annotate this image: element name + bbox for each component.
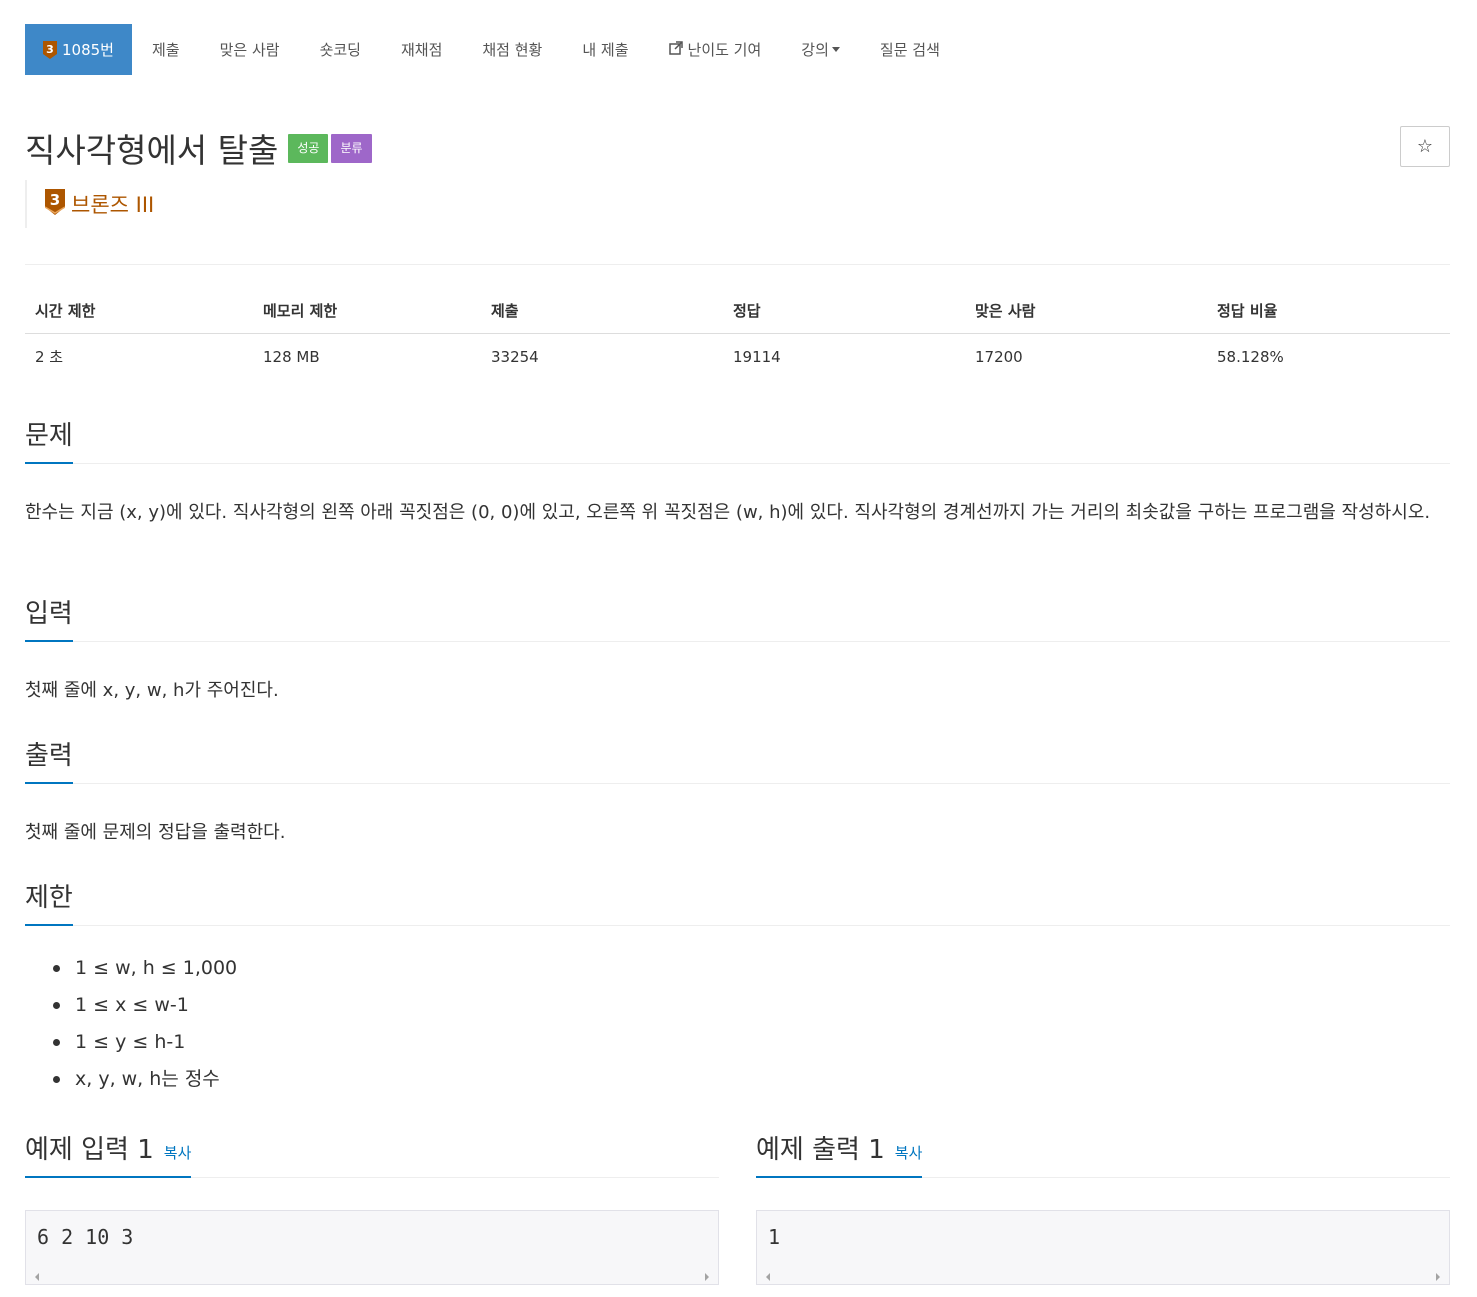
section-input: 입력 첫째 줄에 x, y, w, h가 주어진다.: [25, 594, 1450, 709]
nav-status[interactable]: 채점 현황: [462, 24, 562, 75]
limits-list: 1 ≤ w, h ≤ 1,000 1 ≤ x ≤ w-1 1 ≤ y ≤ h-1…: [25, 926, 1450, 1098]
nav-short-coding[interactable]: 숏코딩: [300, 24, 381, 75]
section-limits-title: 제한: [25, 877, 73, 926]
scroll-left-arrow-icon[interactable]: [35, 1273, 39, 1281]
table-header-accepted-ratio: 정답 비율: [1207, 292, 1450, 334]
sample-input-title-text: 예제 입력 1: [25, 1135, 154, 1165]
table-header-row: 시간 제한 메모리 제한 제출 정답 맞은 사람 정답 비율: [25, 292, 1450, 334]
nav-problem-number[interactable]: 3 1085번: [25, 24, 132, 75]
nav-problem-number-label: 1085번: [62, 41, 114, 59]
bronze-tier-icon: 3: [43, 40, 57, 59]
external-link-icon: [668, 40, 683, 59]
output-description-text: 첫째 줄에 문제의 정답을 출력한다.: [25, 822, 286, 843]
sample-input-title: 예제 입력 1 복사: [25, 1129, 192, 1178]
nav-short-coding-label: 숏코딩: [319, 41, 361, 59]
input-description-text: 첫째 줄에 x, y, w, h가 주어진다.: [25, 680, 279, 701]
star-button[interactable]: ☆: [1400, 126, 1450, 167]
scroll-left-arrow-icon[interactable]: [766, 1273, 770, 1281]
sample-output-head: 예제 출력 1 복사: [756, 1130, 1450, 1178]
problem-nav: 3 1085번 제출 맞은 사람 숏코딩 재채점 채점 현황 내 제출 난이도 …: [25, 24, 960, 75]
sample-input-box[interactable]: 6 2 10 3: [25, 1210, 719, 1285]
memory-limit-value: 128 MB: [263, 347, 320, 366]
section-limits: 제한 1 ≤ w, h ≤ 1,000 1 ≤ x ≤ w-1 1 ≤ y ≤ …: [25, 878, 1450, 1098]
table-row: 2 초 128 MB 33254 19114 17200 58.128%: [25, 334, 1450, 376]
section-output: 출력 첫째 줄에 문제의 정답을 출력한다.: [25, 736, 1450, 851]
scroll-right-arrow-icon[interactable]: [1436, 1273, 1440, 1281]
nav-accepted-users-label: 맞은 사람: [219, 41, 280, 59]
list-item: 1 ≤ w, h ≤ 1,000: [53, 950, 1450, 987]
nav-submit-label: 제출: [151, 41, 180, 59]
table-header-memory-limit: 메모리 제한: [253, 292, 481, 334]
nav-status-label: 채점 현황: [482, 41, 543, 59]
problem-title: 직사각형에서 탈출: [25, 131, 279, 170]
sample-input-content: 6 2 10 3: [37, 1225, 134, 1249]
list-item: 1 ≤ x ≤ w-1: [53, 987, 1450, 1024]
tier-name[interactable]: 브론즈 III: [71, 189, 154, 219]
bronze-tier-icon: 3: [44, 189, 66, 219]
sample-output-content: 1: [768, 1225, 781, 1249]
problem-tier: 3 브론즈 III: [25, 180, 154, 228]
time-limit-value: 2 초: [35, 348, 64, 366]
problem-title-row: 직사각형에서 탈출 성공 분류: [25, 124, 372, 172]
section-description: 문제 한수는 지금 (x, y)에 있다. 직사각형의 왼쪽 아래 꼭짓점은 (…: [25, 416, 1450, 531]
problem-info-table: 시간 제한 메모리 제한 제출 정답 맞은 사람 정답 비율 2 초 128 M…: [25, 292, 1450, 375]
accepted-users-value: 17200: [975, 347, 1023, 366]
table-header-time-limit: 시간 제한: [25, 292, 253, 334]
nav-accepted-users[interactable]: 맞은 사람: [200, 24, 300, 75]
nav-rejudge-label: 재채점: [400, 41, 443, 59]
section-description-title: 문제: [25, 415, 73, 464]
table-header-submissions: 제출: [481, 292, 723, 334]
sample-output-title: 예제 출력 1 복사: [756, 1129, 923, 1178]
sample-input-head: 예제 입력 1 복사: [25, 1130, 719, 1178]
horizontal-scrollbar[interactable]: [27, 1269, 717, 1283]
nav-difficulty-contribute[interactable]: 난이도 기여: [649, 24, 782, 75]
nav-my-submissions-label: 내 제출: [582, 41, 629, 59]
category-badge[interactable]: 분류: [331, 133, 372, 163]
nav-my-submissions[interactable]: 내 제출: [562, 24, 648, 75]
tier-digit: 3: [50, 191, 60, 209]
copy-sample-output-button[interactable]: 복사: [895, 1144, 923, 1162]
section-output-title: 출력: [25, 735, 73, 784]
list-item: x, y, w, h는 정수: [53, 1061, 1450, 1098]
copy-sample-input-button[interactable]: 복사: [164, 1144, 192, 1162]
table-header-accepted: 정답: [723, 292, 965, 334]
nav-rejudge[interactable]: 재채점: [381, 24, 462, 75]
sample-output-box[interactable]: 1: [756, 1210, 1450, 1285]
section-limits-head: 제한: [25, 878, 1450, 926]
table-header-accepted-users: 맞은 사람: [965, 292, 1207, 334]
problem-description-text: 한수는 지금 (x, y)에 있다. 직사각형의 왼쪽 아래 꼭짓점은 (0, …: [25, 502, 1431, 523]
list-item: 1 ≤ y ≤ h-1: [53, 1024, 1450, 1061]
section-description-head: 문제: [25, 416, 1450, 464]
success-badge[interactable]: 성공: [288, 133, 329, 163]
sample-input-1: 예제 입력 1 복사 6 2 10 3: [25, 1130, 719, 1285]
section-input-head: 입력: [25, 594, 1450, 642]
sample-output-title-text: 예제 출력 1: [756, 1135, 885, 1165]
section-input-title: 입력: [25, 593, 73, 642]
accepted-value: 19114: [733, 347, 781, 366]
nav-tier-digit: 3: [46, 43, 54, 56]
horizontal-scrollbar[interactable]: [758, 1269, 1448, 1283]
nav-difficulty-contribute-label: 난이도 기여: [687, 41, 762, 59]
scroll-right-arrow-icon[interactable]: [705, 1273, 709, 1281]
section-output-head: 출력: [25, 736, 1450, 784]
nav-lectures-label: 강의: [801, 41, 829, 59]
nav-lectures-dropdown[interactable]: 강의: [781, 24, 860, 75]
nav-question-search[interactable]: 질문 검색: [860, 24, 960, 75]
nav-question-search-label: 질문 검색: [879, 41, 940, 59]
caret-down-icon: [831, 47, 840, 52]
nav-submit[interactable]: 제출: [132, 24, 200, 75]
divider: [25, 264, 1450, 265]
star-icon: ☆: [1416, 136, 1434, 157]
sample-output-1: 예제 출력 1 복사 1: [756, 1130, 1450, 1285]
submissions-value: 33254: [491, 347, 539, 366]
accepted-ratio-value: 58.128%: [1217, 347, 1284, 366]
